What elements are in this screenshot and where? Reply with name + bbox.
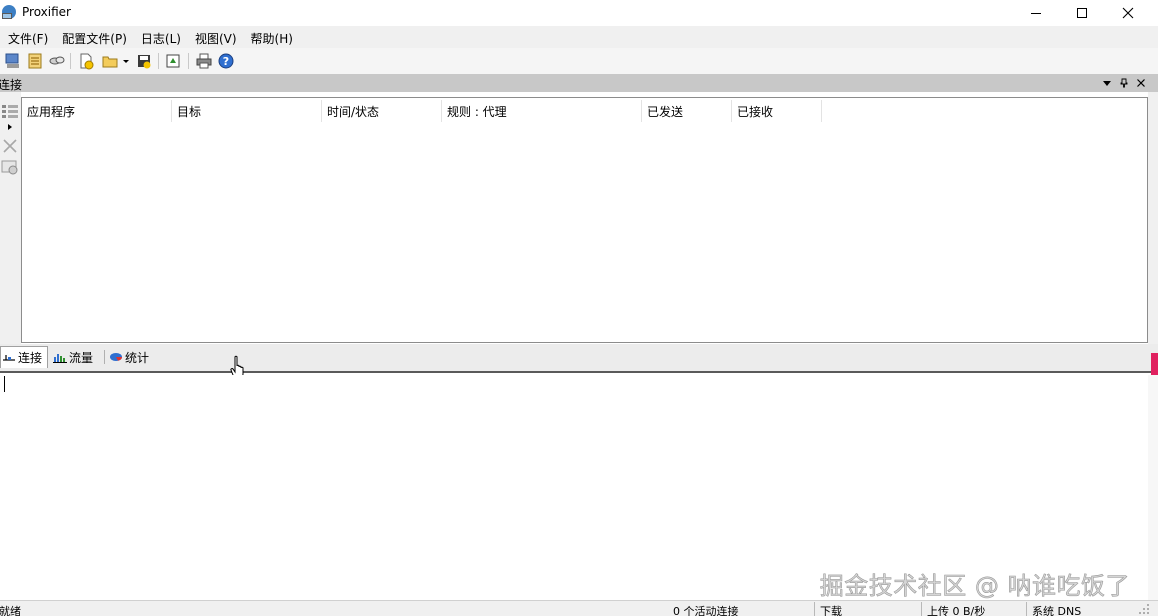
log-output[interactable]: 掘金技术社区 @ 呐谁吃饭了 [0,375,1148,600]
connections-panel-header: 连接 [0,74,1158,92]
toolbar-separator [70,53,71,69]
status-separator [921,602,922,616]
proxification-rules-icon[interactable] [26,52,44,70]
log-edge [1148,375,1158,600]
tab-traffic[interactable]: 流量 [53,346,101,368]
traffic-chart-icon [53,354,67,363]
column-header-time-status[interactable]: 时间/状态 [322,100,442,122]
column-header-rule-proxy[interactable]: 规则 : 代理 [442,100,642,122]
text-caret [4,376,5,392]
statistics-pie-icon [110,353,122,361]
menu-bar: 文件(F) 配置文件(P) 日志(L) 视图(V) 帮助(H) [0,26,1158,48]
menu-view[interactable]: 视图(V) [187,26,243,48]
advanced-settings-icon[interactable] [164,52,182,70]
toolbar-separator [158,53,159,69]
panel-edge [1148,92,1158,344]
watermark: 掘金技术社区 @ 呐谁吃饭了 [819,572,1130,601]
title-bar: Proxifier [0,0,1158,26]
menu-log[interactable]: 日志(L) [133,26,187,48]
toolbar: ? [0,48,1158,74]
panel-title: 连接 [0,78,23,92]
panel-pin-button[interactable] [1117,76,1131,90]
status-separator [1026,602,1027,616]
svg-text:?: ? [223,55,229,68]
tab-statistics[interactable]: 统计 [109,346,159,368]
menu-file[interactable]: 文件(F) [0,26,54,48]
status-download: 下载 [820,605,842,616]
connections-table[interactable]: 应用程序 目标 时间/状态 规则 : 代理 已发送 已接收 [21,97,1148,343]
proxifier-window: Proxifier 文件(F) 配置文件(P) 日志(L) 视图(V) 帮助(H… [0,0,1158,616]
view-tabs: 连接 流量 统计 [0,344,1158,373]
connection-details-icon[interactable] [1,158,19,176]
tab-label: 连接 [18,351,43,365]
maximize-icon [1077,8,1087,18]
tab-label: 流量 [69,350,94,365]
panel-dropdown-button[interactable] [1100,76,1114,90]
chevron-down-icon [1103,81,1111,86]
connection-icon [3,354,15,361]
status-dns: 系统 DNS [1032,605,1082,616]
proxifier-app-icon [2,5,16,19]
pin-icon [1120,78,1128,88]
status-active-connections: 0 个活动连接 [673,605,739,616]
tab-separator [104,350,105,364]
toolbar-separator [188,53,189,69]
status-ready: 就绪 [0,605,21,616]
connections-side-toolbar [0,92,21,344]
maximize-button[interactable] [1059,0,1105,26]
minimize-button[interactable] [1013,0,1059,26]
window-title: Proxifier [22,5,71,19]
help-icon[interactable]: ? [217,52,235,70]
close-connection-icon[interactable] [1,137,19,155]
menu-help[interactable]: 帮助(H) [243,26,299,48]
new-profile-icon[interactable] [77,52,95,70]
resize-grip-icon[interactable] [1138,603,1150,615]
panel-close-button[interactable] [1134,76,1148,90]
print-icon[interactable] [195,52,213,70]
name-resolution-icon[interactable] [48,52,66,70]
open-profile-icon[interactable] [101,52,119,70]
menu-profile[interactable]: 配置文件(P) [54,26,133,48]
proxy-servers-icon[interactable] [4,52,22,70]
side-accent-mark [1151,353,1158,375]
minimize-icon [1031,13,1041,14]
save-profile-icon[interactable] [135,52,153,70]
chevron-right-icon[interactable] [1,122,19,132]
close-icon [1122,7,1134,19]
close-icon [1137,79,1145,87]
close-button[interactable] [1105,0,1151,26]
column-header-sent[interactable]: 已发送 [642,100,732,122]
column-header-target[interactable]: 目标 [172,100,322,122]
column-header-received[interactable]: 已接收 [732,100,822,122]
status-separator [814,602,815,616]
chevron-down-icon[interactable] [121,52,131,70]
column-header-application[interactable]: 应用程序 [22,100,172,122]
tab-connections[interactable]: 连接 [0,346,48,368]
list-view-icon[interactable] [1,102,19,120]
status-bar: 就绪 0 个活动连接 下载 上传 0 B/秒 系统 DNS [0,600,1158,616]
status-upload: 上传 0 B/秒 [927,605,986,616]
tab-label: 统计 [125,350,150,365]
